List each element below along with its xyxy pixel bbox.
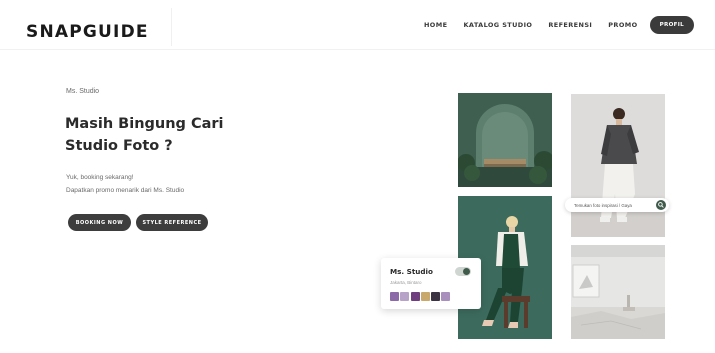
studio-swatch-2 <box>410 292 420 301</box>
hero-headline-line-1: Masih Bingung Cari <box>65 116 224 132</box>
hero-headline: Masih Bingung Cari Studio Foto ? <box>65 113 285 157</box>
hero-headline-line-2: Studio Foto ? <box>65 138 173 154</box>
studio-arch-photo[interactable] <box>458 93 552 187</box>
hero-subtext: Yuk, booking sekarang! Dapatkan promo me… <box>66 171 286 197</box>
logo-container: SNAPGUIDE <box>0 8 172 46</box>
studio-swatches <box>390 292 452 301</box>
header: SNAPGUIDE HOME KATALOG STUDIO REFERENSI … <box>0 0 715 50</box>
nav-katalog-studio[interactable]: KATALOG STUDIO <box>463 21 532 29</box>
hero-eyebrow: Ms. Studio <box>66 88 100 95</box>
studio-swatch-3 <box>420 292 430 301</box>
nav-bar: HOME KATALOG STUDIO REFERENSI PROMO PROF… <box>408 0 715 50</box>
marble-room-photo[interactable] <box>571 245 665 339</box>
studio-swatch-4 <box>431 292 441 301</box>
logo[interactable]: SNAPGUIDE <box>26 22 149 42</box>
studio-card-name: Ms. Studio <box>390 267 433 276</box>
nav-promo[interactable]: PROMO <box>608 21 637 29</box>
style-reference-button[interactable]: STYLE REFERENCE <box>136 214 208 231</box>
search-icon[interactable] <box>656 200 666 210</box>
studio-card[interactable]: Ms. Studio Jakarta, Bintaro <box>381 258 481 309</box>
profile-button[interactable]: PROFIL <box>649 16 694 34</box>
inspiration-search-chip[interactable]: Temukan foto inspirasi / Gaya <box>565 198 669 212</box>
hero-subtext-line-1: Yuk, booking sekarang! <box>66 174 134 181</box>
studio-swatch-0 <box>390 292 399 301</box>
studio-toggle[interactable] <box>455 267 471 276</box>
nav-referensi[interactable]: REFERENSI <box>548 21 592 29</box>
studio-swatch-5 <box>441 292 451 301</box>
studio-card-location: Jakarta, Bintaro <box>390 280 422 285</box>
studio-swatch-1 <box>400 292 410 301</box>
model-blazer-photo[interactable] <box>571 94 665 237</box>
toggle-knob <box>463 268 470 275</box>
hero-subtext-line-2: Dapatkan promo menarik dari Ms. Studio <box>66 187 185 194</box>
search-chip-text: Temukan foto inspirasi / Gaya <box>574 202 632 208</box>
booking-now-button[interactable]: BOOKING NOW <box>68 214 131 231</box>
nav-home[interactable]: HOME <box>424 21 447 29</box>
